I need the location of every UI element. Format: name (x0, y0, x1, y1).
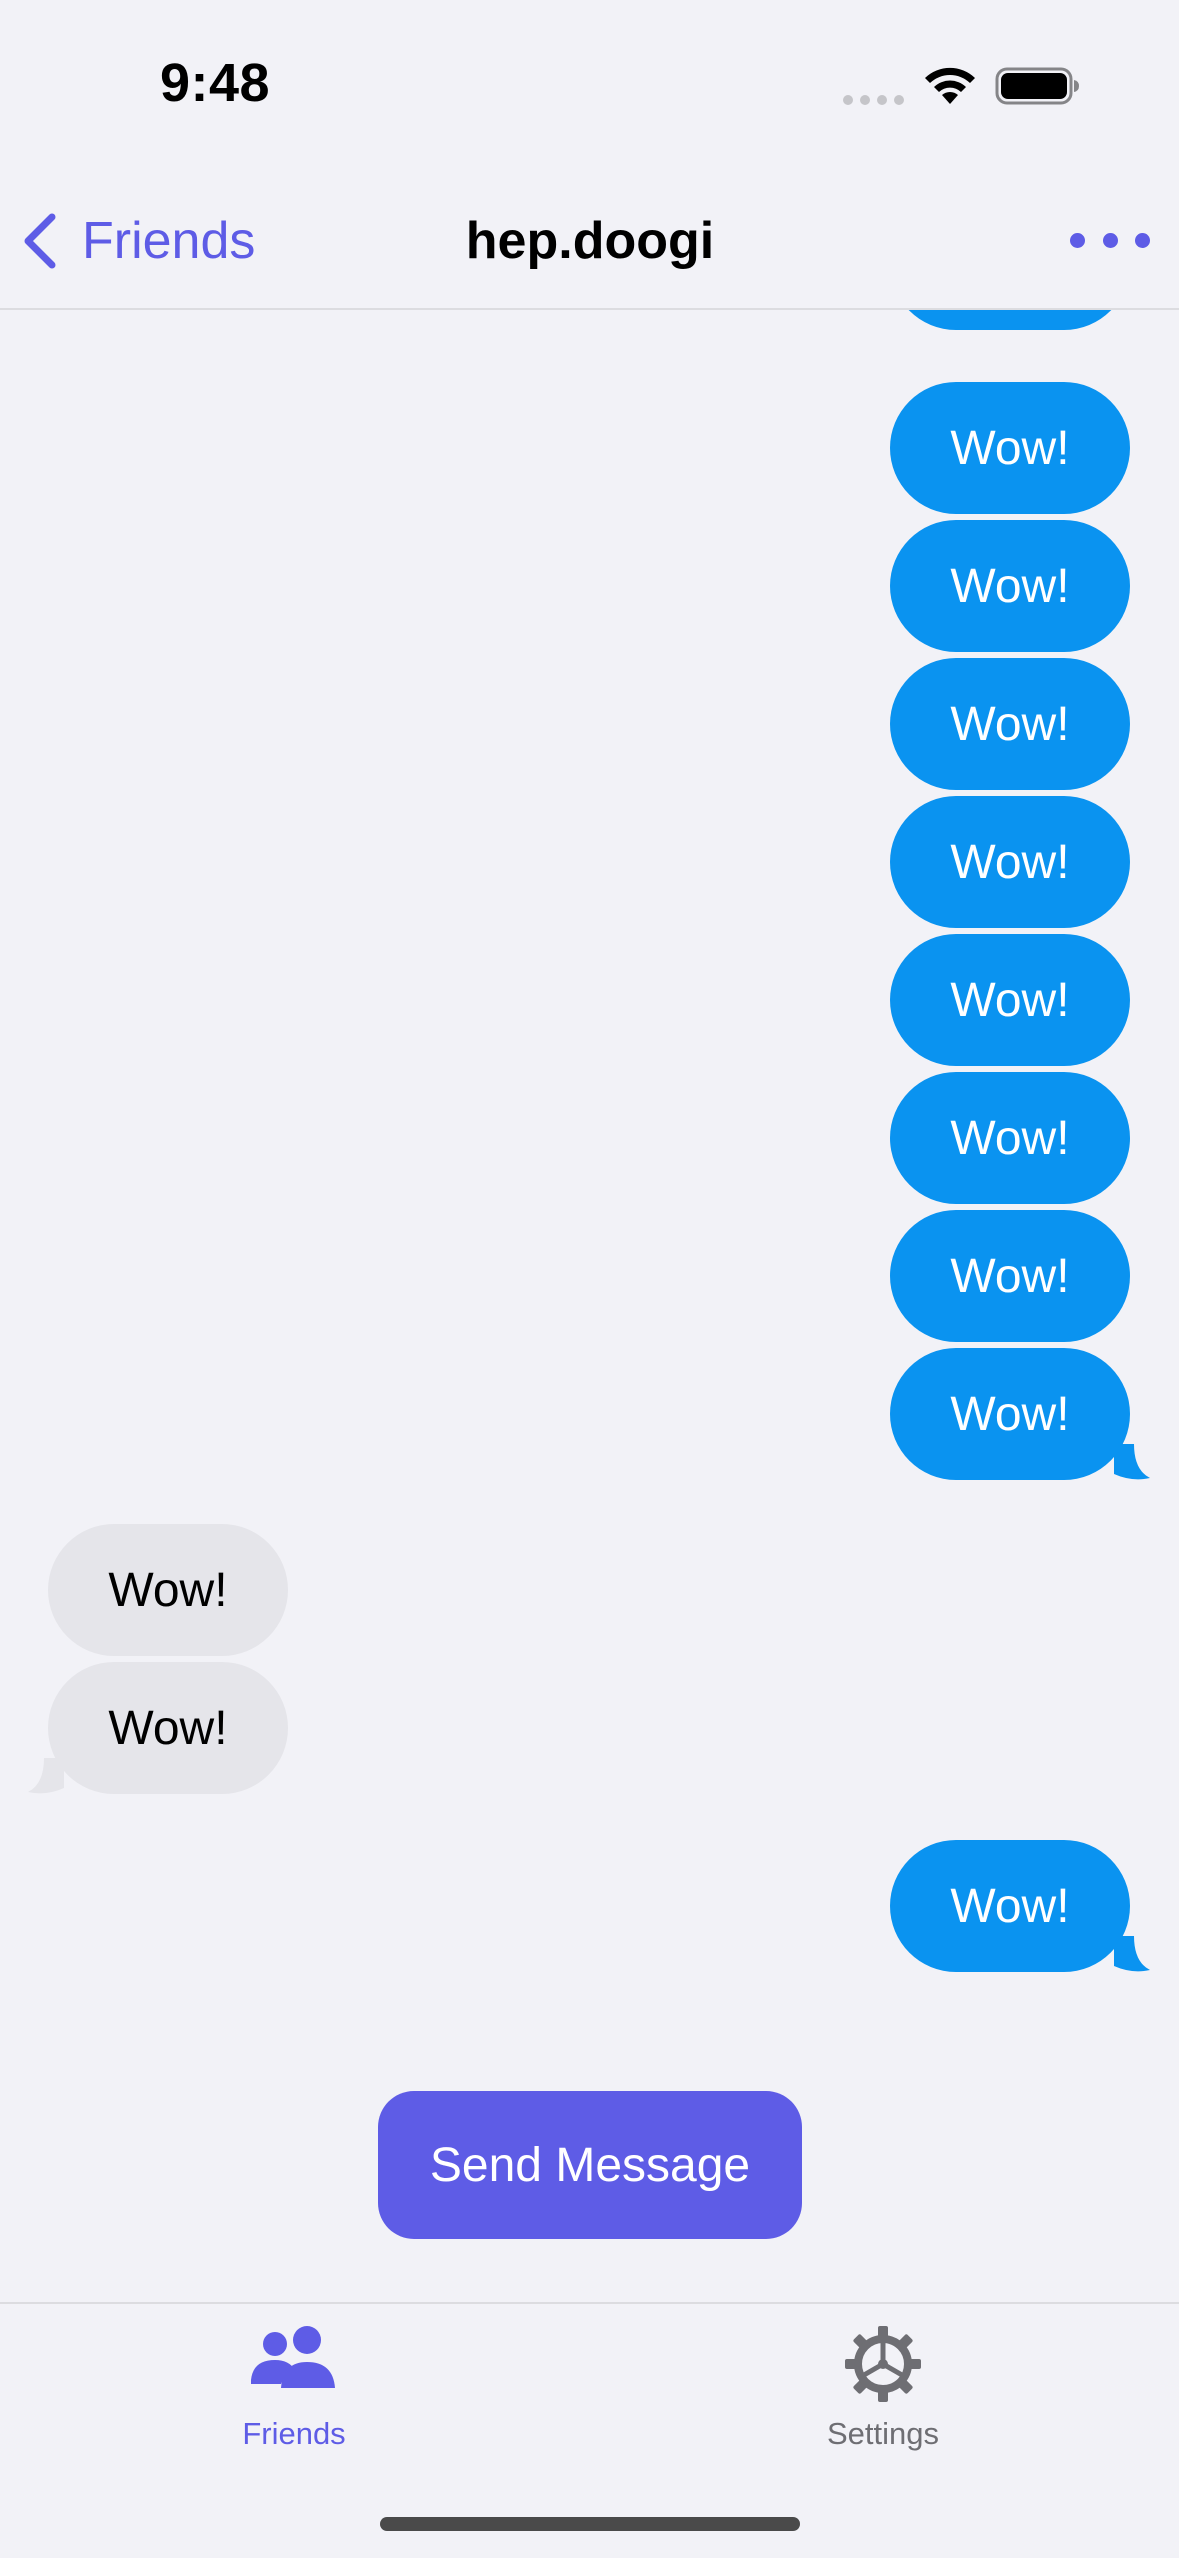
message-text: Wow! (950, 1387, 1070, 1441)
message-text: Wow! (950, 835, 1070, 889)
message-bubble-outgoing: Wow! (890, 382, 1130, 514)
message-bubble-outgoing: Wow! (890, 796, 1130, 928)
message-bubble-outgoing: Wow! (890, 1840, 1150, 1972)
message-text: Wow! (950, 697, 1070, 751)
battery-full-icon (995, 67, 1079, 105)
conversation-title: hep.doogi (465, 212, 715, 270)
message-text: Wow! (950, 559, 1070, 613)
message-text: Wow! (950, 1879, 1070, 1933)
bubble-tail (1114, 1444, 1150, 1480)
message-text: Wow! (108, 1563, 228, 1617)
chevron-left-icon (24, 213, 56, 269)
message-list[interactable]: Wow! Wow! Wow! Wow! Wow! Wow! Wow! Wow! … (0, 310, 1179, 2300)
message-text: Wow! (950, 1111, 1070, 1165)
message-bubble-outgoing: Wow! (890, 1348, 1150, 1480)
message-bubble-outgoing: Wow! (890, 520, 1130, 652)
message-bubble-outgoing: Wow! (890, 934, 1130, 1066)
ellipsis-icon (1070, 232, 1085, 248)
people-icon (251, 2326, 335, 2388)
status-bar: 9:48 (0, 0, 1179, 170)
status-time: 9:48 (159, 53, 271, 113)
wifi-icon (925, 67, 975, 104)
tab-label: Settings (826, 2416, 939, 2451)
message-text: Wow! (950, 973, 1070, 1027)
tab-settings[interactable]: Settings (758, 2324, 1008, 2452)
back-button[interactable]: Friends (20, 206, 255, 276)
message-bubble-outgoing: Wow! (890, 1210, 1130, 1342)
bubble-tail (1114, 1936, 1150, 1972)
more-options-button[interactable] (1070, 220, 1150, 260)
message-bubble-outgoing: Wow! (890, 658, 1130, 790)
message-bubble-outgoing (890, 310, 1130, 330)
tab-label: Friends (242, 2416, 346, 2451)
message-bubble-outgoing: Wow! (890, 1072, 1130, 1204)
message-bubble-incoming: Wow! (28, 1662, 288, 1794)
tab-friends[interactable]: Friends (169, 2324, 419, 2452)
navigation-bar: Friends hep.doogi (0, 170, 1179, 310)
gear-icon (845, 2326, 921, 2402)
home-indicator[interactable] (380, 2517, 800, 2531)
bubble-tail (28, 1758, 64, 1794)
back-button-label: Friends (82, 212, 256, 270)
message-text: Wow! (950, 421, 1070, 475)
message-text: Wow! (950, 1249, 1070, 1303)
message-bubble-incoming: Wow! (48, 1524, 288, 1656)
cellular-signal-icon (843, 95, 904, 105)
send-message-button[interactable]: Send Message (378, 2091, 802, 2239)
message-text: Wow! (108, 1701, 228, 1755)
